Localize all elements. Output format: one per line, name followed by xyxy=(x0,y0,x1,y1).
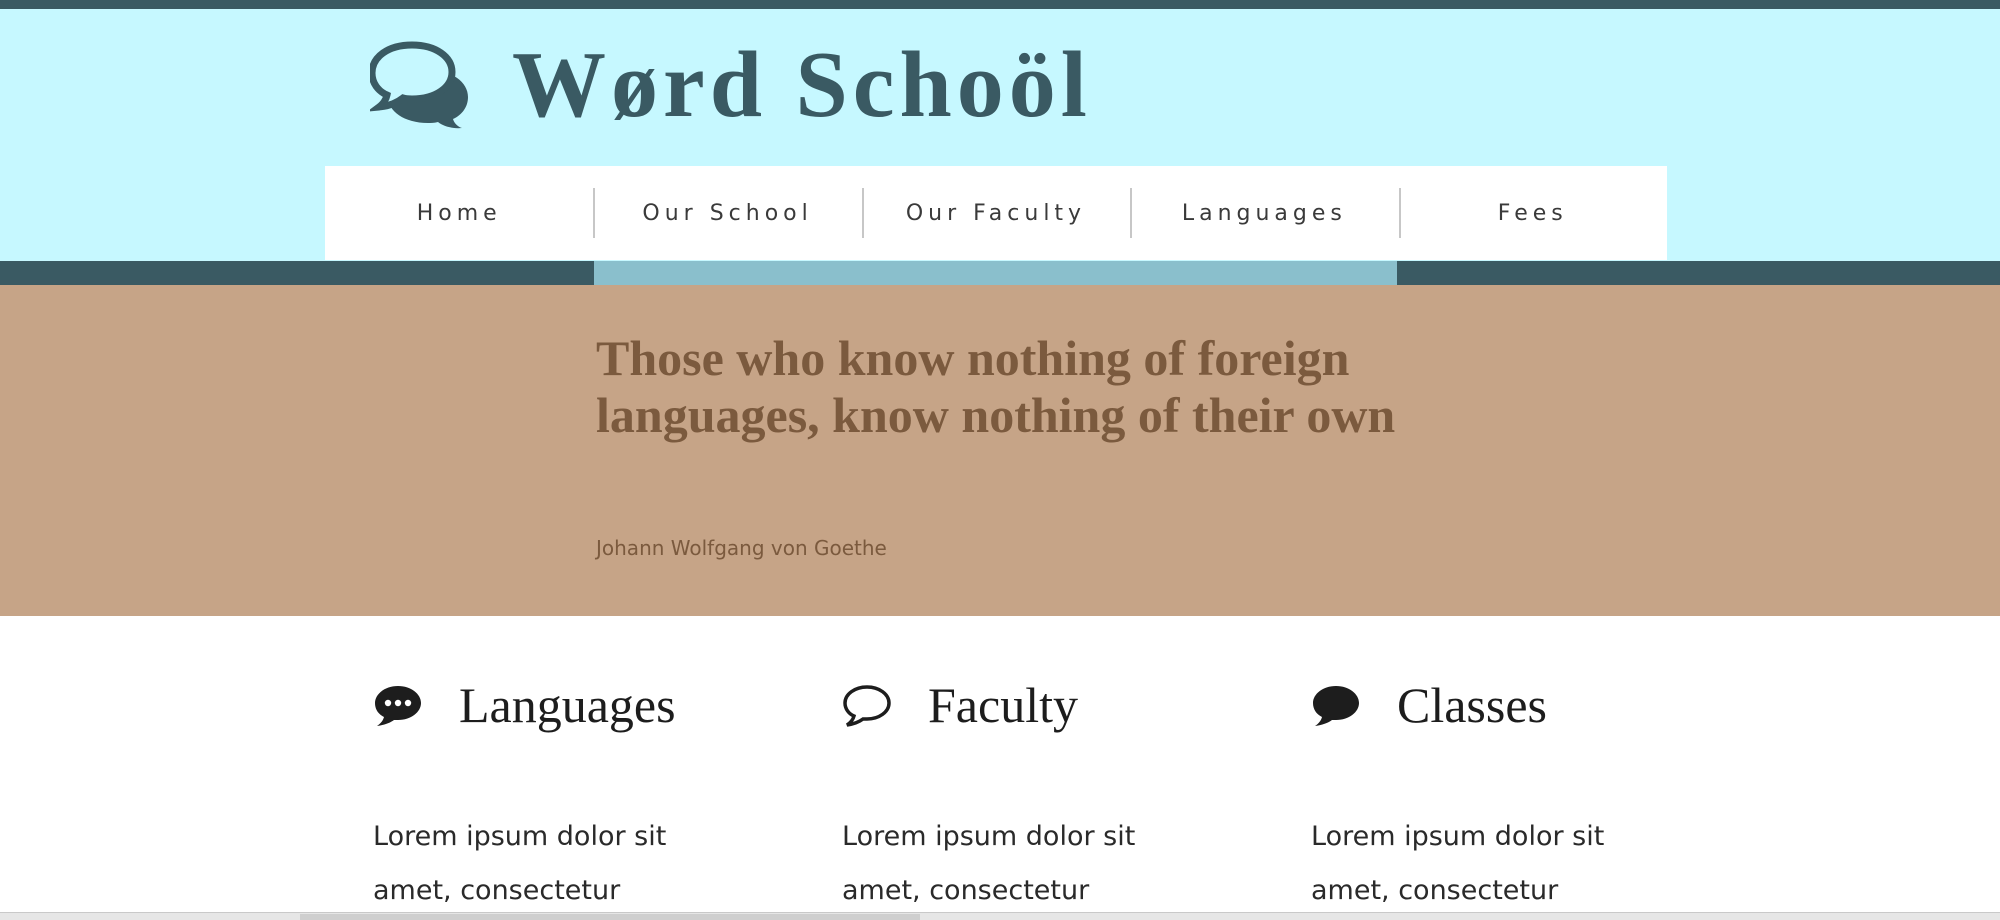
feature-header: Classes xyxy=(1311,675,1691,735)
main-nav: Home Our School Our Faculty Languages Fe… xyxy=(325,166,1667,260)
speech-bubble-dots-icon xyxy=(375,686,421,726)
nav-item-our-school[interactable]: Our School xyxy=(593,166,861,260)
feature-faculty: Faculty Lorem ipsum dolor sit amet, cons… xyxy=(842,675,1222,906)
feature-title: Classes xyxy=(1397,677,1547,733)
feature-body: Lorem ipsum dolor sit amet, consectetur xyxy=(842,821,1136,906)
horizontal-scrollbar[interactable] xyxy=(0,912,2000,920)
quote-text: Those who know nothing of foreign langua… xyxy=(596,330,1396,443)
site-title: Wørd Schoöl xyxy=(512,33,1092,137)
feature-languages: Languages Lorem ipsum dolor sit amet, co… xyxy=(373,675,753,906)
scrollbar-thumb[interactable] xyxy=(300,914,920,920)
nav-item-languages[interactable]: Languages xyxy=(1130,166,1398,260)
page: Wørd Schoöl Home Our School Our Faculty … xyxy=(0,0,2000,920)
top-strip xyxy=(0,0,2000,9)
feature-body: Lorem ipsum dolor sit amet, consectetur xyxy=(1311,821,1605,906)
feature-title: Faculty xyxy=(928,677,1078,733)
nav-item-fees[interactable]: Fees xyxy=(1398,166,1667,260)
feature-title: Languages xyxy=(459,677,676,733)
quote-author: Johann Wolfgang von Goethe xyxy=(596,536,887,560)
logo[interactable]: Wørd Schoöl xyxy=(370,30,1092,140)
speech-bubble-filled-icon xyxy=(1313,686,1359,726)
speech-bubble-outline-icon xyxy=(843,685,891,727)
feature-classes: Classes Lorem ipsum dolor sit amet, cons… xyxy=(1311,675,1691,906)
feature-body: Lorem ipsum dolor sit amet, consectetur xyxy=(373,821,667,906)
feature-header: Faculty xyxy=(842,675,1222,735)
nav-active-indicator xyxy=(594,261,1397,285)
nav-item-home[interactable]: Home xyxy=(325,166,593,260)
nav-item-our-faculty[interactable]: Our Faculty xyxy=(861,166,1130,260)
feature-header: Languages xyxy=(373,675,753,735)
speech-bubbles-icon xyxy=(370,41,468,129)
